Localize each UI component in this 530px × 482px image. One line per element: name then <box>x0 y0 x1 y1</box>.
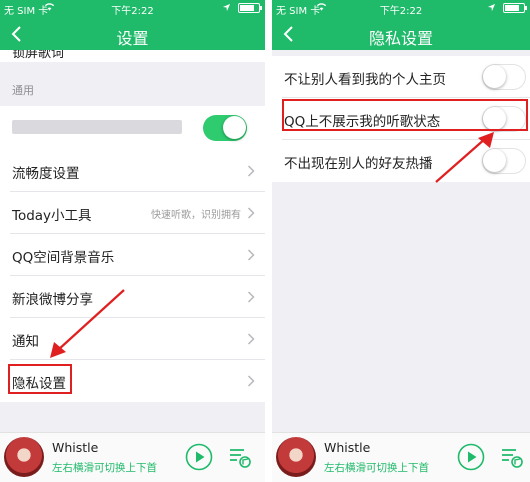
settings-row-notifications[interactable]: 通知 <box>10 318 265 360</box>
settings-row-blurred[interactable] <box>0 106 265 150</box>
nav-bar: 无 SIM 卡 下午2:22 设置 <box>0 0 265 50</box>
mini-player[interactable]: Whistle 左右横滑可切换上下首 <box>0 432 265 482</box>
playlist-icon[interactable] <box>500 445 524 469</box>
settings-row-detail: 快速听歌，识别拥有 <box>151 210 241 221</box>
chevron-right-icon <box>247 207 255 219</box>
play-icon[interactable] <box>185 443 213 471</box>
privacy-row-label: QQ上不展示我的听歌状态 <box>284 114 441 130</box>
settings-row-privacy[interactable]: 隐私设置 <box>10 360 265 402</box>
settings-list: 流畅度设置 Today小工具 快速听歌，识别拥有 QQ空间背景音乐 新浪微博分享… <box>0 150 265 402</box>
song-title: Whistle <box>324 440 371 455</box>
settings-row-label: 新浪微博分享 <box>12 292 93 308</box>
nav-bar: 无 SIM 卡 下午2:22 隐私设置 <box>272 0 530 50</box>
settings-row-label: Today小工具 <box>12 208 92 224</box>
settings-row-label: 通知 <box>12 334 39 350</box>
settings-row-label: 锁屏歌词 <box>12 50 65 61</box>
chevron-right-icon <box>247 333 255 345</box>
swipe-hint: 左右横滑可切换上下首 <box>52 462 157 474</box>
privacy-list: 不让别人看到我的个人主页 QQ上不展示我的听歌状态 不出现在别人的好友热播 <box>272 56 530 182</box>
location-icon <box>222 3 231 12</box>
location-icon <box>487 3 496 12</box>
song-title: Whistle <box>52 440 99 455</box>
status-bar: 无 SIM 卡 下午2:22 <box>0 0 265 17</box>
privacy-row-hide-profile[interactable]: 不让别人看到我的个人主页 <box>282 56 530 98</box>
toggle-switch[interactable] <box>482 64 526 90</box>
play-icon[interactable] <box>457 443 485 471</box>
settings-row-label: 流畅度设置 <box>12 166 80 182</box>
swipe-hint: 左右横滑可切换上下首 <box>324 462 429 474</box>
toggle-switch[interactable] <box>482 106 526 132</box>
settings-row-label: QQ空间背景音乐 <box>12 250 115 266</box>
page-title: 隐私设置 <box>368 29 433 48</box>
privacy-row-hide-friend-hot[interactable]: 不出现在别人的好友热播 <box>282 140 530 182</box>
status-bar: 无 SIM 卡 下午2:22 <box>272 0 530 17</box>
settings-row-qzone-bgm[interactable]: QQ空间背景音乐 <box>10 234 265 276</box>
chevron-right-icon <box>247 291 255 303</box>
page-title: 设置 <box>116 29 149 48</box>
toggle-switch[interactable] <box>203 115 247 141</box>
chevron-right-icon <box>247 375 255 387</box>
privacy-row-label: 不出现在别人的好友热播 <box>284 156 433 172</box>
settings-row-today-widget[interactable]: Today小工具 快速听歌，识别拥有 <box>10 192 265 234</box>
settings-screen: 无 SIM 卡 下午2:22 设置 锁屏歌词 通用 流畅度设置 Today小工具… <box>0 0 265 482</box>
privacy-settings-screen: 无 SIM 卡 下午2:22 隐私设置 不让别人看到我的个人主页 QQ上不展示我… <box>272 0 530 482</box>
settings-row-fluency[interactable]: 流畅度设置 <box>10 150 265 192</box>
toggle-switch[interactable] <box>482 148 526 174</box>
blurred-label <box>12 120 182 134</box>
battery-icon <box>503 3 527 13</box>
settings-row-weibo-share[interactable]: 新浪微博分享 <box>10 276 265 318</box>
settings-row-lockscreen-lyrics[interactable]: 锁屏歌词 <box>0 50 265 62</box>
privacy-row-label: 不让别人看到我的个人主页 <box>284 72 446 88</box>
settings-row-label: 隐私设置 <box>12 376 66 392</box>
album-cover[interactable] <box>276 437 316 477</box>
privacy-row-hide-listening-status[interactable]: QQ上不展示我的听歌状态 <box>282 98 530 140</box>
battery-icon <box>238 3 262 13</box>
mini-player[interactable]: Whistle 左右横滑可切换上下首 <box>272 432 530 482</box>
chevron-right-icon <box>247 165 255 177</box>
album-cover[interactable] <box>4 437 44 477</box>
playlist-icon[interactable] <box>228 445 252 469</box>
chevron-right-icon <box>247 249 255 261</box>
section-header-general: 通用 <box>12 84 34 97</box>
